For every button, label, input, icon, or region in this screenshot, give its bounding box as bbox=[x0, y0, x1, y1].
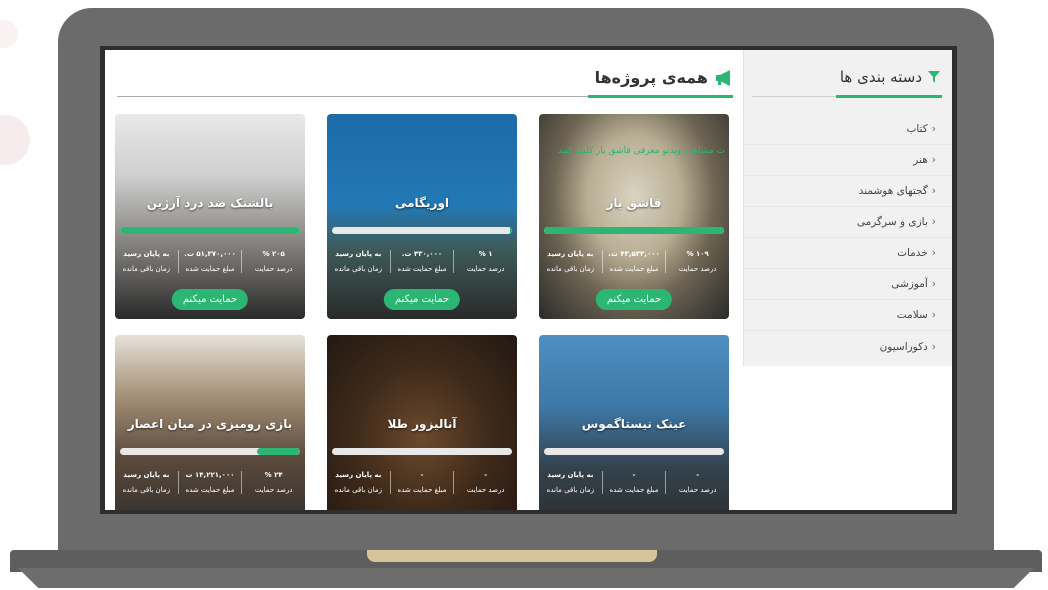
amount-label: مبلغ حمایت شده bbox=[609, 486, 659, 494]
project-title: عینک نیستاگموس bbox=[581, 417, 687, 431]
project-title: آنالیزور طلا bbox=[387, 417, 457, 431]
time-value: به پایان رسید bbox=[547, 250, 594, 258]
project-stats: ۲۴ % درصد حمایت ۱۴,۲۲۱,۰۰۰ ت مبلغ حمایت شد… bbox=[115, 471, 305, 494]
page-title: همه‌ی پروژه‌ها bbox=[595, 68, 734, 87]
percent-label: درصد حمایت bbox=[678, 265, 717, 273]
project-title: بازی رومیزی در میان اعصار bbox=[127, 417, 293, 431]
filter-icon bbox=[928, 71, 940, 83]
chevron-left-icon: ‹ bbox=[931, 309, 936, 321]
time-label: زمان باقی مانده bbox=[334, 486, 382, 494]
time-label: زمان باقی مانده bbox=[334, 265, 382, 273]
project-card[interactable]: آنالیزور طلا - درصد حمایت - مبلغ حمایت شده… bbox=[327, 335, 517, 510]
chevron-left-icon: ‹ bbox=[931, 340, 936, 353]
progress-bar bbox=[120, 227, 300, 234]
time-label: زمان باقی مانده bbox=[546, 486, 594, 494]
category-item-art[interactable]: ‹ هنر bbox=[743, 145, 952, 176]
amount-value: ۱۴,۲۲۱,۰۰۰ ت bbox=[185, 471, 235, 479]
chevron-left-icon: ‹ bbox=[931, 216, 936, 228]
percent-value: ۱۰۹ % bbox=[686, 250, 709, 258]
time-value: به پایان رسید bbox=[123, 250, 170, 258]
progress-fill bbox=[256, 448, 300, 455]
amount-label: مبلغ حمایت شده bbox=[185, 486, 235, 494]
screen-content: دسته بندی ها ‹ کتاب ‹ هنر ‹ گجتهای هوشمند ‹… bbox=[105, 50, 952, 510]
amount-label: مبلغ حمایت شده bbox=[185, 265, 235, 273]
progress-bar bbox=[544, 227, 724, 234]
percent-value: - bbox=[484, 471, 488, 479]
chevron-left-icon: ‹ bbox=[931, 278, 936, 290]
project-title: اوریگامی bbox=[394, 196, 450, 210]
project-card[interactable]: بالشتک ضد درد آرژین ۲۰۵ % درصد حمایت ۵۱,۳… bbox=[115, 114, 305, 319]
category-item-services[interactable]: ‹ خدمات bbox=[743, 238, 952, 269]
category-item-games[interactable]: ‹ بازی و سرگرمی bbox=[743, 207, 952, 238]
time-value: به پایان رسید bbox=[335, 250, 382, 258]
laptop-notch bbox=[367, 550, 657, 562]
category-item-decoration[interactable]: ‹ دکوراسیون bbox=[743, 331, 952, 362]
project-card[interactable]: بازی رومیزی در میان اعصار ۲۴ % درصد حمایت… bbox=[115, 335, 305, 510]
percent-label: درصد حمایت bbox=[466, 486, 505, 494]
percent-value: ۲۰۵ % bbox=[262, 250, 285, 258]
project-card[interactable]: ت مشاهده ویدیو معرفی قاشق یار کلیک کنید … bbox=[539, 114, 729, 319]
amount-value: ۴۳۰,۰۰۰ ت. bbox=[401, 250, 443, 258]
background-blob bbox=[0, 115, 30, 165]
time-value: به پایان رسید bbox=[335, 471, 382, 479]
time-label: زمان باقی مانده bbox=[546, 265, 594, 273]
progress-bar bbox=[332, 448, 512, 455]
amount-label: مبلغ حمایت شده bbox=[609, 265, 659, 273]
amount-value: - bbox=[420, 471, 424, 479]
progress-bar bbox=[332, 227, 512, 234]
project-title: قاشق یار bbox=[606, 196, 662, 210]
amount-label: مبلغ حمایت شده bbox=[397, 486, 447, 494]
support-button[interactable]: حمایت میکنم bbox=[595, 289, 673, 310]
percent-value: ۱ % bbox=[478, 250, 493, 258]
category-item-gadgets[interactable]: ‹ گجتهای هوشمند bbox=[743, 176, 952, 207]
category-item-health[interactable]: ‹ سلامت bbox=[743, 300, 952, 331]
background-blob bbox=[0, 20, 18, 48]
progress-bar bbox=[544, 448, 724, 455]
project-card[interactable]: اوریگامی ۱ % درصد حمایت ۴۳۰,۰۰۰ ت. مبلغ حم… bbox=[327, 114, 517, 319]
time-value: به پایان رسید bbox=[547, 471, 594, 479]
sidebar-title: دسته بندی ها bbox=[840, 68, 940, 86]
project-stats: ۱۰۹ % درصد حمایت ۴۳,۵۳۳,۰۰۰ ت. مبلغ حمایت … bbox=[539, 250, 729, 273]
progress-bar bbox=[120, 448, 300, 455]
video-marquee: ت مشاهده ویدیو معرفی قاشق یار کلیک کنید bbox=[557, 146, 725, 156]
support-button[interactable]: حمایت میکنم bbox=[383, 289, 461, 310]
percent-label: درصد حمایت bbox=[678, 486, 717, 494]
chevron-left-icon: ‹ bbox=[931, 154, 936, 166]
project-stats: ۱ % درصد حمایت ۴۳۰,۰۰۰ ت. مبلغ حمایت شده ب… bbox=[327, 250, 517, 273]
amount-label: مبلغ حمایت شده bbox=[397, 265, 447, 273]
percent-value: ۲۴ % bbox=[264, 471, 283, 479]
sidebar-title-text: دسته بندی ها bbox=[839, 68, 922, 86]
chevron-left-icon: ‹ bbox=[931, 123, 936, 135]
percent-label: درصد حمایت bbox=[466, 265, 505, 273]
time-label: زمان باقی مانده bbox=[122, 486, 170, 494]
project-title: بالشتک ضد درد آرژین bbox=[146, 196, 274, 210]
title-divider-accent bbox=[588, 95, 733, 98]
project-stats: - درصد حمایت - مبلغ حمایت شده به پایان رسی… bbox=[327, 471, 517, 494]
category-item-education[interactable]: ‹ آموزشی bbox=[743, 269, 952, 300]
percent-label: درصد حمایت bbox=[254, 486, 293, 494]
amount-value: ۵۱,۳۷۰,۰۰۰ ت. bbox=[184, 250, 236, 258]
sidebar-divider-accent bbox=[836, 95, 942, 98]
progress-fill bbox=[544, 227, 724, 234]
project-card[interactable]: عینک نیستاگموس - درصد حمایت - مبلغ حمایت ش… bbox=[539, 335, 729, 510]
percent-value: - bbox=[696, 471, 700, 479]
category-sidebar: دسته بندی ها ‹ کتاب ‹ هنر ‹ گجتهای هوشمند ‹… bbox=[743, 50, 952, 366]
page-title-text: همه‌ی پروژه‌ها bbox=[594, 68, 708, 87]
time-value: به پایان رسید bbox=[123, 471, 170, 479]
amount-value: ۴۳,۵۳۳,۰۰۰ ت. bbox=[608, 250, 660, 258]
amount-value: - bbox=[632, 471, 636, 479]
chevron-left-icon: ‹ bbox=[931, 185, 936, 197]
progress-fill bbox=[120, 227, 300, 234]
percent-label: درصد حمایت bbox=[254, 265, 293, 273]
megaphone-icon bbox=[716, 69, 730, 86]
category-list: ‹ کتاب ‹ هنر ‹ گجتهای هوشمند ‹ بازی و سرگرمی… bbox=[743, 114, 952, 362]
project-stats: - درصد حمایت - مبلغ حمایت شده به پایان رسی… bbox=[539, 471, 729, 494]
category-item-book[interactable]: ‹ کتاب bbox=[743, 114, 952, 145]
progress-fill bbox=[510, 227, 512, 234]
chevron-left-icon: ‹ bbox=[931, 247, 936, 259]
time-label: زمان باقی مانده bbox=[122, 265, 170, 273]
project-stats: ۲۰۵ % درصد حمایت ۵۱,۳۷۰,۰۰۰ ت. مبلغ حمایت … bbox=[115, 250, 305, 273]
support-button[interactable]: حمایت میکنم bbox=[171, 289, 249, 310]
laptop-base-bottom bbox=[18, 568, 1034, 588]
